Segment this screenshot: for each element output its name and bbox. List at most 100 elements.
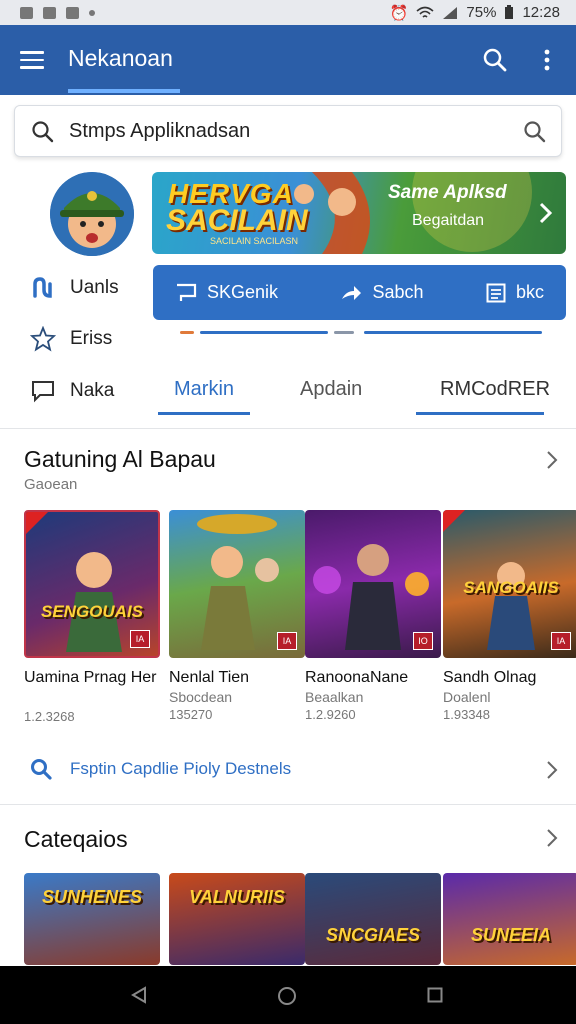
carousel-indicator <box>334 331 354 334</box>
game-download-count: 135270 <box>169 707 213 722</box>
file-notification-icon <box>66 6 79 19</box>
action-label: bkc <box>515 282 544 302</box>
divider <box>0 428 576 429</box>
carousel-indicator <box>364 331 542 334</box>
recents-icon[interactable] <box>427 987 443 1003</box>
game-download-count: 1.2.9260 <box>305 707 356 722</box>
carousel-indicator-active <box>200 331 328 334</box>
sidebar-item-label: Uanls <box>70 277 119 298</box>
sidebar-item-label: Naka <box>70 380 115 401</box>
game-developer: Beaalkan <box>305 689 364 705</box>
tab-indicator <box>158 412 250 415</box>
action-bkc-button[interactable]: bkc <box>486 282 544 303</box>
carousel-indicator <box>180 331 194 334</box>
game-art-title: SENGOUAIS <box>40 602 144 621</box>
game-developer: Doalenl <box>443 689 491 705</box>
section-title: Gatuning Al Bapau <box>24 446 216 472</box>
search-text: Stmps Appliknadsan <box>69 120 251 142</box>
flag-icon <box>177 283 197 301</box>
game-name[interactable]: RanoonaNane <box>305 668 445 687</box>
alarm-icon: ⏰ <box>389 4 409 22</box>
game-card[interactable]: IO <box>305 510 441 658</box>
age-rating-badge: IO <box>413 632 433 650</box>
battery-icon <box>505 5 514 19</box>
search-icon <box>32 121 54 143</box>
game-name[interactable]: Uamina Prnag Her <box>24 668 164 687</box>
share-arrow-icon <box>342 285 362 300</box>
chevron-right-icon[interactable] <box>546 760 558 780</box>
divider <box>0 804 576 805</box>
category-art-title: SUNEEIA <box>470 925 551 945</box>
menu-icon[interactable] <box>20 51 44 69</box>
chevron-right-icon[interactable] <box>546 450 558 470</box>
search-submit-icon[interactable] <box>523 120 547 144</box>
category-art-title: SNCGIAES <box>325 925 421 945</box>
game-download-count: 1.2.3268 <box>24 709 75 724</box>
action-label: SKGenik <box>207 282 279 302</box>
category-card[interactable]: SNCGIAES <box>305 873 441 965</box>
sidebar-item-label: Eriss <box>70 328 113 349</box>
search-icon[interactable] <box>482 47 508 73</box>
section-title: Cateqaios <box>24 826 128 852</box>
age-rating-badge: IA <box>551 632 571 650</box>
route-icon <box>33 277 52 298</box>
dot-notification-icon <box>89 9 95 16</box>
age-rating-badge: IA <box>277 632 297 650</box>
chevron-right-icon[interactable] <box>546 828 558 848</box>
action-sabch-button[interactable]: Sabch <box>340 282 424 303</box>
game-name[interactable]: Sandh Olnag <box>443 668 576 687</box>
star-icon <box>30 326 56 352</box>
chevron-right-icon <box>539 202 552 224</box>
action-label: Sabch <box>372 282 424 302</box>
banner-tagline: SACILAIN SACILASN <box>210 236 299 246</box>
banner-title: Same Aplksd <box>388 182 507 203</box>
notification-icons <box>20 6 95 19</box>
home-icon[interactable] <box>277 986 297 1006</box>
more-vert-icon[interactable] <box>540 47 554 73</box>
game-art-title: SANGOAIIS <box>463 578 559 597</box>
section-subtitle: Gaoean <box>24 476 78 493</box>
action-skgenik-button[interactable]: SKGenik <box>175 282 278 303</box>
image-notification-icon <box>43 6 56 19</box>
wifi-icon <box>416 6 434 18</box>
system-nav-bar <box>0 966 576 1024</box>
sidebar-item-uanls[interactable]: Uanls <box>30 276 119 300</box>
chat-icon <box>32 381 54 403</box>
category-art-title: SUNHENES <box>41 887 143 907</box>
search-icon <box>31 759 52 780</box>
sidebar-item-naka[interactable]: Naka <box>30 378 114 404</box>
search-input[interactable]: Stmps Appliknadsan <box>14 105 562 157</box>
game-card[interactable]: IA <box>169 510 305 658</box>
promo-banner[interactable]: HERVGA SACILAIN SACILAIN SACILASN Same A… <box>152 172 566 254</box>
status-bar: ⏰ 75% 12:28 <box>0 0 576 25</box>
tab-indicator <box>416 412 544 415</box>
avatar-character-icon <box>50 172 134 256</box>
game-download-count: 1.93348 <box>443 707 490 722</box>
category-card[interactable]: SUNHENES <box>24 873 160 965</box>
tab-markin[interactable]: Markin <box>174 378 234 401</box>
tab-rmcodrer[interactable]: RMCodRER <box>440 378 550 401</box>
signal-icon <box>443 6 458 19</box>
app-bar: Nekanoan <box>0 25 576 95</box>
explore-link-label: Fsptin Capdlie Pioly Destnels <box>70 759 292 778</box>
battery-percent: 75% <box>466 4 497 21</box>
banner-headline-main: SACILAIN <box>166 204 308 237</box>
sidebar-item-eriss[interactable]: Eriss <box>30 326 112 352</box>
back-icon[interactable] <box>130 986 148 1004</box>
game-card[interactable]: SANGOAIIS IA <box>443 510 576 658</box>
category-card[interactable]: VALNURIIS <box>169 873 305 965</box>
title-underline <box>68 89 180 93</box>
game-name[interactable]: Nenlal Tien <box>169 668 309 687</box>
clock: 12:28 <box>522 4 560 21</box>
tab-bar: Markin Apdain RMCodRER <box>152 368 566 416</box>
list-icon <box>486 283 506 302</box>
category-art-title: VALNURIIS <box>189 887 285 907</box>
age-rating-badge: IA <box>130 630 150 648</box>
category-card[interactable]: SUNEEIA <box>443 873 576 965</box>
action-bar: SKGenik Sabch bkc <box>153 265 566 320</box>
image-notification-icon <box>20 6 33 19</box>
tab-apdain[interactable]: Apdain <box>300 378 362 401</box>
explore-link[interactable]: Fsptin Capdlie Pioly Destnels <box>30 758 291 780</box>
game-card[interactable]: SENGOUAIS IA <box>24 510 160 658</box>
avatar[interactable] <box>50 172 134 256</box>
